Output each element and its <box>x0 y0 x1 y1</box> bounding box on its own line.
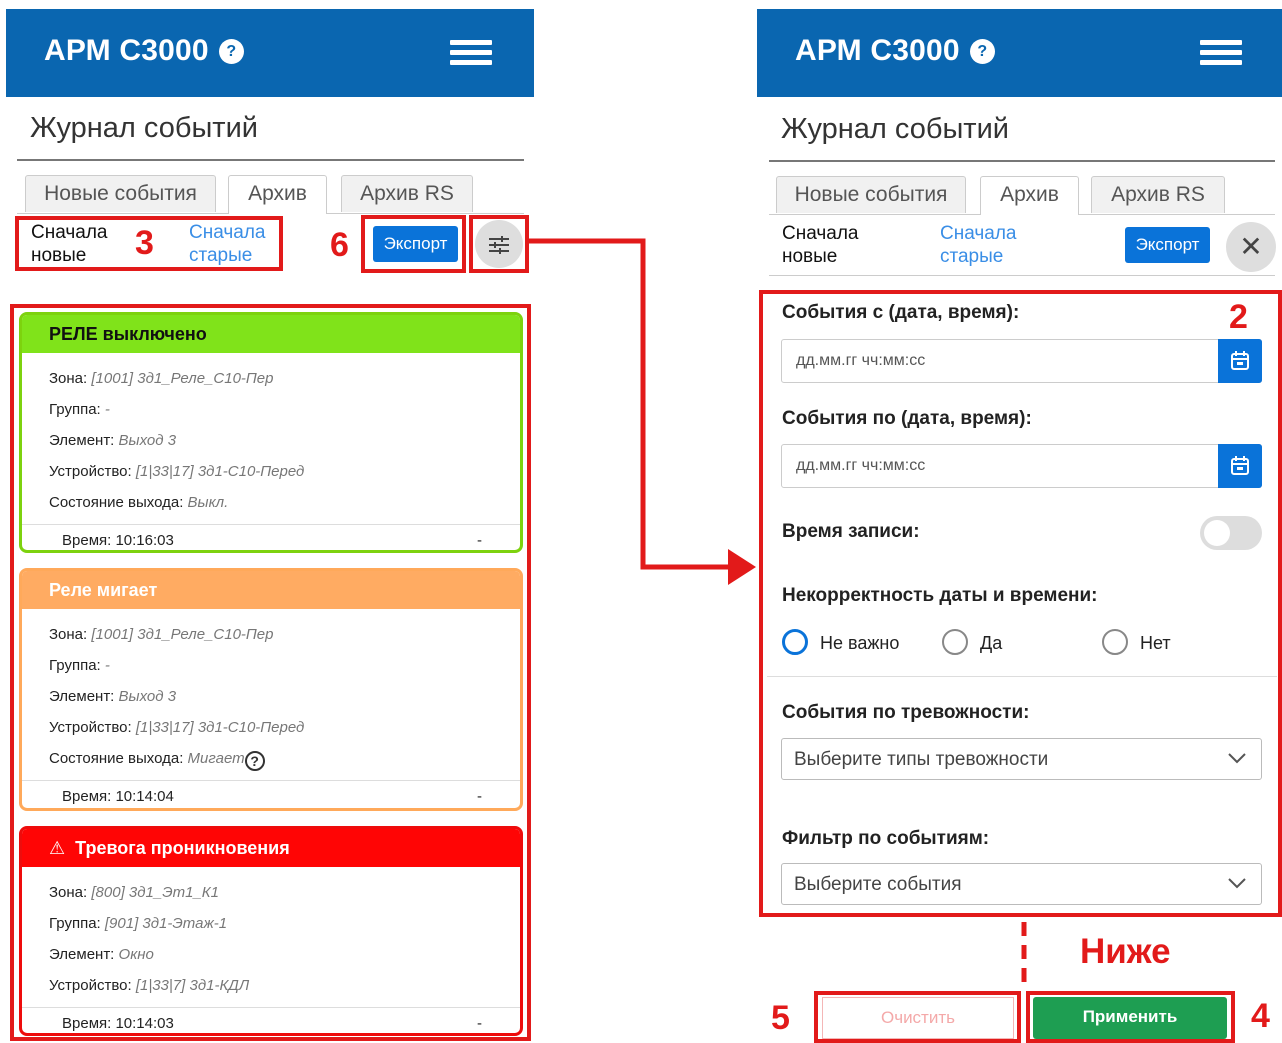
calendar-button[interactable] <box>1218 444 1262 488</box>
title-divider <box>769 160 1275 162</box>
event-field: Состояние выхода: Выкл. <box>49 494 229 511</box>
date-to-placeholder: дд.мм.гг чч:мм:сс <box>796 457 926 474</box>
app-header: АРМ С3000? <box>757 9 1282 97</box>
incorrect-datetime-label: Некорректность даты и времени: <box>782 585 1098 606</box>
event-field: Группа: - <box>49 657 110 674</box>
annotation-2: 2 <box>1229 298 1248 336</box>
sort-oldest-first[interactable]: Сначала старые <box>940 222 1035 268</box>
event-field: Зона: [1001] 3д1_Реле_С10-Пер <box>49 370 274 387</box>
date-to-label: События по (дата, время): <box>782 408 1032 429</box>
tabs-line <box>1079 214 1275 215</box>
app-title: АРМ С3000 <box>795 34 960 67</box>
app-title-wrap: АРМ С3000? <box>795 34 995 68</box>
help-icon[interactable]: ? <box>969 39 995 64</box>
event-filter-label: Фильтр по событиям: <box>782 828 990 849</box>
event-field: Состояние выхода: Мигает? <box>49 743 520 774</box>
event-field: Элемент: Выход 3 <box>49 432 177 449</box>
close-icon: ✕ <box>1239 231 1263 262</box>
radio-not-important-label: Не важно <box>820 633 900 653</box>
form-divider <box>767 676 1277 677</box>
annotation-below: Ниже <box>1080 932 1171 971</box>
help-icon[interactable]: ? <box>244 751 265 771</box>
date-from-label: События с (дата, время): <box>782 302 1020 323</box>
tab-archive-rs[interactable]: Архив RS <box>1091 176 1225 213</box>
event-card[interactable]: ⚠ Тревога проникновения Зона: [800] 3д1_Э… <box>19 826 523 1036</box>
event-field: Элемент: Окно <box>49 946 154 963</box>
right-screen: АРМ С3000? <box>757 0 1282 97</box>
tabs-line <box>769 214 980 215</box>
event-title: Реле мигает <box>22 571 520 609</box>
event-title: РЕЛЕ выключено <box>22 315 520 353</box>
event-field: Устройство: [1|33|7] 3д1-КДЛ <box>49 977 250 994</box>
date-from-placeholder: дд.мм.гг чч:мм:сс <box>796 352 926 369</box>
event-filter-select[interactable]: Выберите события <box>781 863 1262 905</box>
radio-yes-label: Да <box>980 633 1003 653</box>
event-time: Время: 10:16:03 <box>62 532 174 549</box>
event-field: Элемент: Выход 3 <box>49 688 177 705</box>
event-field: Группа: - <box>49 401 110 418</box>
event-footer: Время: 10:16:03 - <box>22 524 520 550</box>
radio-yes[interactable] <box>942 629 968 655</box>
calendar-button[interactable] <box>1218 339 1262 383</box>
calendar-icon <box>1231 351 1249 370</box>
event-time: Время: 10:14:03 <box>62 1015 174 1032</box>
event-field: Группа: [901] 3д1-Этаж-1 <box>49 915 228 932</box>
chevron-down-icon <box>1228 753 1246 764</box>
alarm-level-label: События по тревожности: <box>782 702 1030 723</box>
date-from-field[interactable]: дд.мм.гг чч:мм:сс <box>781 339 1262 383</box>
event-card[interactable]: Реле мигает Зона: [1001] 3д1_Реле_С10-Пе… <box>19 568 523 811</box>
annotation-4: 4 <box>1251 997 1270 1035</box>
event-title-row: ⚠ Тревога проникновения <box>22 829 520 867</box>
annotation-5: 5 <box>771 999 790 1037</box>
radio-no-label: Нет <box>1140 633 1171 653</box>
alarm-level-placeholder: Выберите типы тревожности <box>794 749 1049 770</box>
event-extra: - <box>477 1015 482 1032</box>
alarm-level-select[interactable]: Выберите типы тревожности <box>781 738 1262 780</box>
event-field: Зона: [800] 3д1_Эт1_К1 <box>49 884 219 901</box>
clear-button[interactable]: Очистить <box>822 997 1014 1039</box>
radio-no[interactable] <box>1102 629 1128 655</box>
event-extra: - <box>477 532 482 549</box>
sort-newest-first[interactable]: Сначала новые <box>782 222 877 268</box>
radio-not-important[interactable] <box>782 629 808 655</box>
event-time: Время: 10:14:04 <box>62 788 174 805</box>
sort-divider <box>769 275 1275 276</box>
record-time-toggle[interactable] <box>1200 516 1262 550</box>
page-title: Журнал событий <box>781 113 1009 145</box>
warning-icon: ⚠ <box>49 838 66 858</box>
event-field: Устройство: [1|33|17] 3д1-С10-Перед <box>49 719 305 736</box>
tab-new-events[interactable]: Новые события <box>776 176 966 213</box>
record-time-label: Время записи: <box>782 521 920 542</box>
chevron-down-icon <box>1228 878 1246 889</box>
event-extra: - <box>477 788 482 805</box>
export-button[interactable]: Экспорт <box>1125 227 1210 263</box>
event-footer: Время: 10:14:03 - <box>22 1007 520 1033</box>
close-filter-button[interactable]: ✕ <box>1226 222 1276 272</box>
date-to-field[interactable]: дд.мм.гг чч:мм:сс <box>781 444 1262 488</box>
apply-button[interactable]: Применить <box>1033 997 1227 1039</box>
menu-icon[interactable] <box>1200 40 1242 66</box>
event-card[interactable]: РЕЛЕ выключено Зона: [1001] 3д1_Реле_С10… <box>19 312 523 553</box>
event-filter-placeholder: Выберите события <box>794 874 962 895</box>
event-field: Зона: [1001] 3д1_Реле_С10-Пер <box>49 626 274 643</box>
calendar-icon <box>1231 456 1249 475</box>
tab-archive[interactable]: Архив <box>980 176 1079 215</box>
event-field: Устройство: [1|33|17] 3д1-С10-Перед <box>49 463 305 480</box>
event-title: Тревога проникновения <box>75 838 290 858</box>
event-footer: Время: 10:14:04 - <box>22 780 520 808</box>
